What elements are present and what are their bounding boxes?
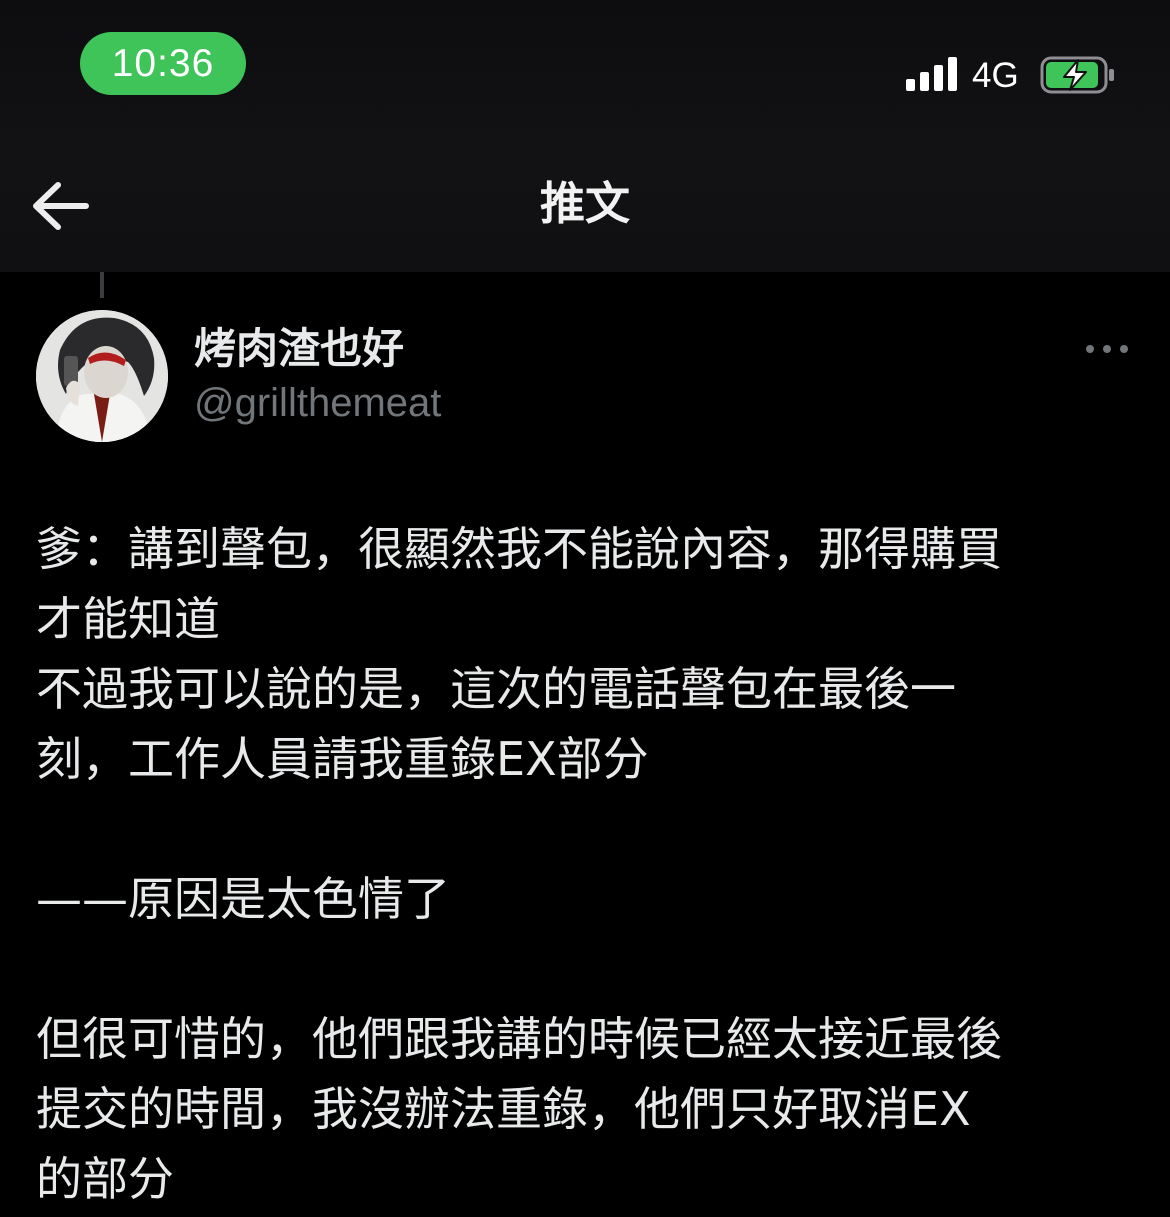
tweet-text-line: 才能知道 (36, 592, 220, 646)
tweet-text: 爹：講到聲包，很顯然我不能說內容，那得購買 才能知道 不過我可以說的是，這次的電… (36, 514, 1136, 1214)
tweet-text-line (36, 934, 1136, 1004)
tweet-text-line: 提交的時間，我沒辦法重錄，他們只好取消EX (36, 1082, 971, 1136)
tweet-text-line: 刻，工作人員請我重錄EX部分 (36, 732, 649, 786)
tweet-text-line (36, 794, 1136, 864)
author-handle[interactable]: @grillthemeat (194, 378, 441, 428)
tweet-text-line: ——原因是太色情了 (36, 872, 450, 926)
thread-connector-line (100, 272, 104, 298)
battery-charging-icon (1040, 56, 1116, 94)
tweet-text-line: 不過我可以說的是，這次的電話聲包在最後一 (36, 662, 956, 716)
navigation-bar: 推文 (0, 130, 1170, 272)
avatar[interactable] (36, 310, 168, 442)
tweet-text-line: 爹：講到聲包，很顯然我不能說內容，那得購買 (36, 522, 1002, 576)
page-title: 推文 (539, 177, 630, 230)
status-bar: 10:36 4G (0, 0, 1170, 130)
network-type: 4G (972, 56, 1019, 95)
signal-icon (906, 57, 958, 91)
header-area: 10:36 4G 推文 (0, 0, 1170, 272)
tweet-text-line: 的部分 (36, 1152, 174, 1206)
tweet-text-line: 但很可惜的，他們跟我講的時候已經太接近最後 (36, 1012, 1002, 1066)
author-display-name[interactable]: 烤肉渣也好 (194, 322, 404, 376)
more-options-icon[interactable] (1082, 336, 1132, 362)
status-time: 10:36 (80, 32, 246, 95)
